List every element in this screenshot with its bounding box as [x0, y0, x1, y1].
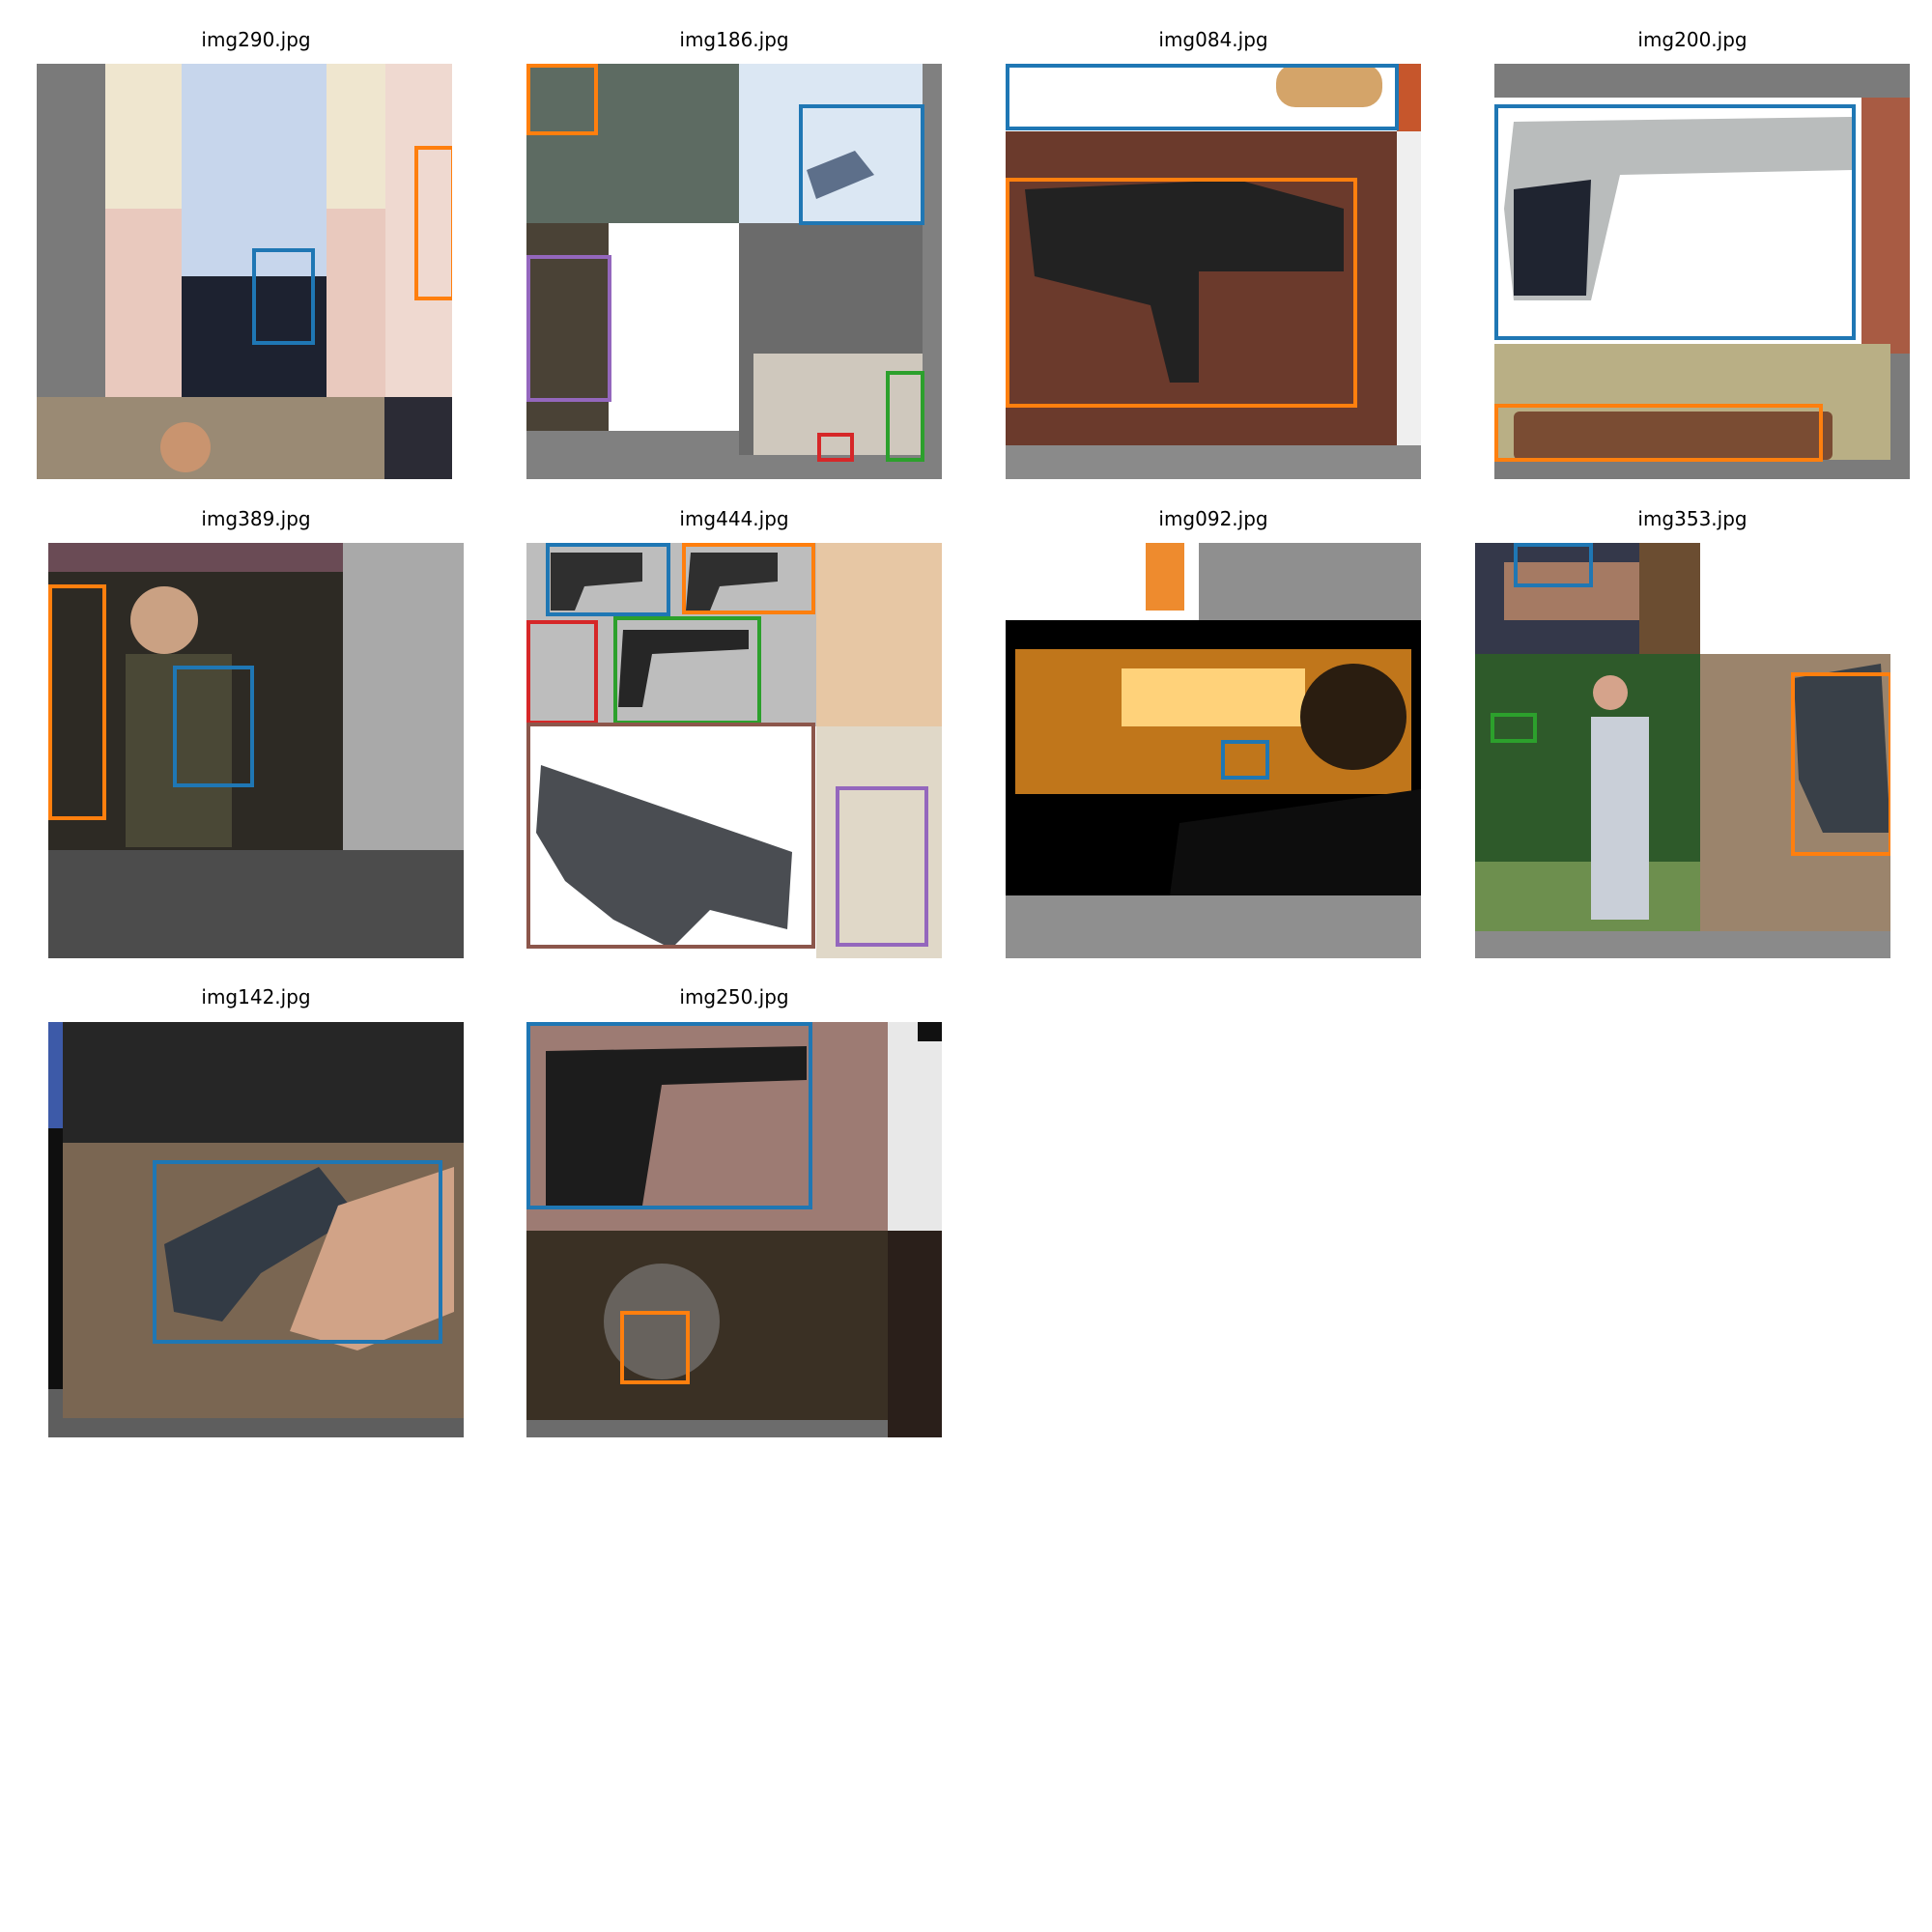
mosaic-img142: [48, 1022, 464, 1437]
tile-title-img142: img142.jpg: [201, 985, 311, 1009]
image-tile-img389[interactable]: [48, 543, 464, 958]
image-tile-img290[interactable]: [37, 64, 452, 479]
image-tile-img084[interactable]: [1006, 64, 1421, 479]
mosaic-img444: [526, 543, 942, 958]
mosaic-img250: [526, 1022, 942, 1437]
mosaic-img353: [1475, 543, 1890, 958]
mosaic-img290: [37, 64, 452, 479]
image-tile-img200[interactable]: [1494, 64, 1910, 479]
tile-title-img290: img290.jpg: [201, 28, 311, 51]
image-tile-img353[interactable]: [1475, 543, 1890, 958]
tile-title-img389: img389.jpg: [201, 507, 311, 530]
tile-title-img250: img250.jpg: [679, 985, 789, 1009]
image-tile-img092[interactable]: [1006, 543, 1421, 958]
tile-title-img092: img092.jpg: [1158, 507, 1268, 530]
image-tile-img142[interactable]: [48, 1022, 464, 1437]
tile-title-img353: img353.jpg: [1637, 507, 1747, 530]
mosaic-img186: [526, 64, 942, 479]
image-tile-img250[interactable]: [526, 1022, 942, 1437]
tile-title-img200: img200.jpg: [1637, 28, 1747, 51]
image-tile-img186[interactable]: [526, 64, 942, 479]
mosaic-img200: [1494, 64, 1910, 479]
tile-title-img444: img444.jpg: [679, 507, 789, 530]
mosaic-img092: [1006, 543, 1421, 958]
mosaic-img389: [48, 543, 464, 958]
tile-title-img084: img084.jpg: [1158, 28, 1268, 51]
tile-title-img186: img186.jpg: [679, 28, 789, 51]
mosaic-img084: [1006, 64, 1421, 479]
image-tile-img444[interactable]: [526, 543, 942, 958]
